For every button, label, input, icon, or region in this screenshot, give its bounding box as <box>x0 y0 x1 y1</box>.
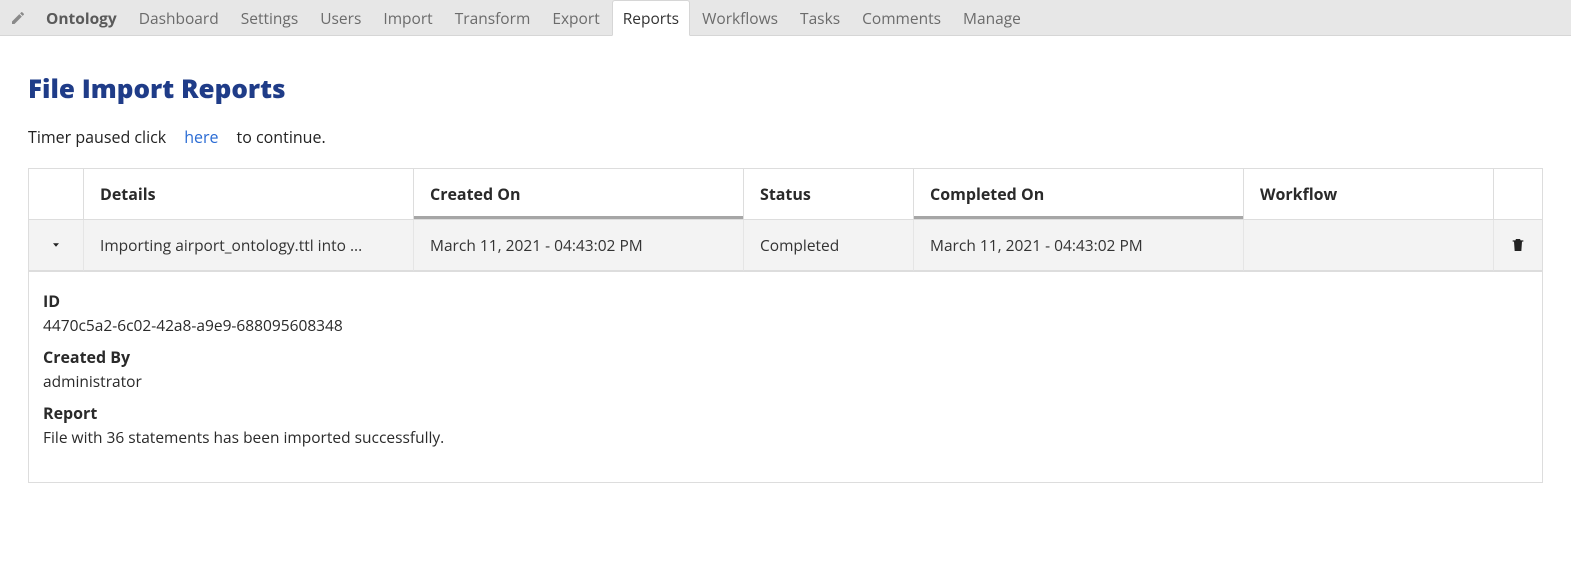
timer-line: Timer paused click here to continue. <box>28 124 1543 150</box>
col-created[interactable]: Created On <box>413 169 743 220</box>
nav-reports[interactable]: Reports <box>612 0 690 36</box>
page-body: File Import Reports Timer paused click h… <box>0 36 1571 503</box>
field-report: Report File with 36 statements has been … <box>43 402 1528 448</box>
cell-created: March 11, 2021 - 04:43:02 PM <box>413 220 743 271</box>
nav-workflows[interactable]: Workflows <box>692 1 788 35</box>
col-expander <box>29 169 83 220</box>
label-report: Report <box>43 402 1528 424</box>
table-row: Importing airport_ontology.ttl into ... … <box>29 220 1542 271</box>
cell-details: Importing airport_ontology.ttl into ... <box>83 220 413 271</box>
nav-transform[interactable]: Transform <box>445 1 541 35</box>
nav-import[interactable]: Import <box>373 1 442 35</box>
nav-manage[interactable]: Manage <box>953 1 1031 35</box>
field-id: ID 4470c5a2-6c02-42a8-a9e9-688095608348 <box>43 290 1528 336</box>
nav-tasks[interactable]: Tasks <box>790 1 850 35</box>
nav-users[interactable]: Users <box>310 1 371 35</box>
col-workflow[interactable]: Workflow <box>1243 169 1493 220</box>
col-details[interactable]: Details <box>83 169 413 220</box>
cell-completed: March 11, 2021 - 04:43:02 PM <box>913 220 1243 271</box>
value-id: 4470c5a2-6c02-42a8-a9e9-688095608348 <box>43 314 1528 336</box>
value-created-by: administrator <box>43 370 1528 392</box>
reports-table: Details Created On Status Completed On W… <box>28 168 1543 272</box>
cell-workflow <box>1243 220 1493 271</box>
col-status[interactable]: Status <box>743 169 913 220</box>
label-created-by: Created By <box>43 346 1528 368</box>
trash-icon <box>1510 236 1526 254</box>
nav-settings[interactable]: Settings <box>231 1 308 35</box>
row-detail-panel: ID 4470c5a2-6c02-42a8-a9e9-688095608348 … <box>28 272 1543 483</box>
timer-suffix: to continue. <box>237 126 326 148</box>
col-actions <box>1493 169 1542 220</box>
nav-dashboard[interactable]: Dashboard <box>129 1 229 35</box>
cell-delete[interactable] <box>1493 220 1542 271</box>
table-header-row: Details Created On Status Completed On W… <box>29 169 1542 220</box>
cell-status: Completed <box>743 220 913 271</box>
row-expander[interactable] <box>29 220 83 271</box>
label-id: ID <box>43 290 1528 312</box>
timer-prefix: Timer paused click <box>28 126 166 148</box>
col-completed[interactable]: Completed On <box>913 169 1243 220</box>
nav-comments[interactable]: Comments <box>852 1 951 35</box>
edit-icon[interactable] <box>6 10 34 26</box>
field-created-by: Created By administrator <box>43 346 1528 392</box>
top-nav: Ontology Dashboard Settings Users Import… <box>0 0 1571 36</box>
value-report: File with 36 statements has been importe… <box>43 426 1528 448</box>
nav-export[interactable]: Export <box>542 1 609 35</box>
nav-brand[interactable]: Ontology <box>36 1 127 35</box>
page-title: File Import Reports <box>28 70 1543 106</box>
timer-continue-link[interactable]: here <box>174 124 228 150</box>
caret-down-icon <box>45 239 67 251</box>
